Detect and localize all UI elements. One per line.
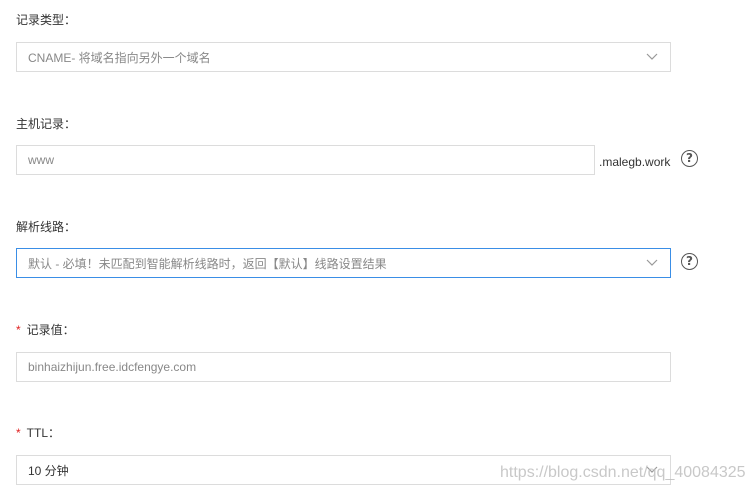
record-value-value: binhaizhijun.free.idcfengye.com (28, 360, 197, 374)
chevron-down-icon (646, 53, 658, 60)
chevron-down-icon (646, 259, 658, 266)
resolution-line-label: 解析线路： (16, 220, 77, 234)
ttl-value: 10 分钟 (28, 463, 69, 478)
host-record-input[interactable]: www (16, 145, 595, 175)
resolution-line-select[interactable]: 默认 - 必填！未匹配到智能解析线路时，返回【默认】线路设置结果 (16, 248, 671, 278)
question-circle-icon[interactable]: ? (681, 150, 698, 167)
required-mark: * (16, 323, 21, 337)
resolution-line-value: 默认 - 必填！未匹配到智能解析线路时，返回【默认】线路设置结果 (28, 256, 387, 271)
record-type-label: 记录类型： (16, 13, 77, 27)
ttl-label: TTL： (26, 426, 61, 440)
question-circle-icon[interactable]: ? (681, 253, 698, 270)
host-record-label: 主机记录： (16, 117, 77, 131)
host-record-value: www (28, 153, 54, 167)
record-value-input[interactable]: binhaizhijun.free.idcfengye.com (16, 352, 671, 382)
record-type-select[interactable]: CNAME- 将域名指向另外一个域名 (16, 42, 671, 72)
record-value-label: 记录值： (26, 323, 75, 337)
chevron-down-icon (646, 466, 658, 473)
record-type-value: CNAME- 将域名指向另外一个域名 (28, 50, 211, 65)
domain-suffix: .malegb.work (599, 155, 671, 169)
ttl-label-row: * TTL： (16, 424, 60, 441)
required-mark: * (16, 426, 21, 440)
ttl-select[interactable]: 10 分钟 (16, 455, 671, 485)
record-value-label-row: * 记录值： (16, 321, 75, 338)
